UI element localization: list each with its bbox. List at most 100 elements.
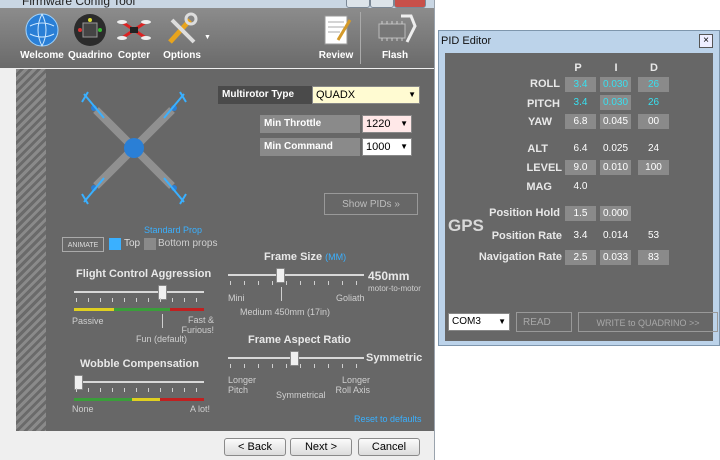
row-label-position-rate: Position Rate <box>491 230 562 242</box>
reset-defaults-link[interactable]: Reset to defaults <box>354 414 422 424</box>
frame-size-value: 450mm <box>368 269 410 283</box>
row-label-alt: ALT <box>527 143 548 155</box>
row-label-position-hold: Position Hold <box>489 207 560 219</box>
flight-control-min-label: Passive <box>72 316 104 326</box>
close-button[interactable] <box>394 0 426 8</box>
multirotor-type-select[interactable]: QUADX ▼ <box>312 86 420 104</box>
title-bar: Firmware Config Tool <box>0 0 434 8</box>
close-icon[interactable]: × <box>699 34 713 48</box>
options-dropdown-arrow[interactable]: ▼ <box>204 34 211 41</box>
quad-diagram <box>81 91 187 205</box>
flight-control-slider[interactable] <box>74 284 214 314</box>
toolbar-separator <box>360 12 361 64</box>
write-button[interactable]: WRITE to QUADRINO >> <box>578 312 718 332</box>
column-d: D <box>650 62 658 74</box>
min-command-label: Min Command <box>260 138 360 156</box>
top-prop-swatch <box>109 238 121 250</box>
row-label-roll: ROLL <box>530 78 560 90</box>
column-p: P <box>574 62 582 74</box>
frame-size-medium-label: Medium 450mm (17in) <box>240 307 331 317</box>
roll-i-field[interactable]: 0.030 <box>600 77 631 92</box>
back-button[interactable]: < Back <box>224 438 286 456</box>
frame-size-min-label: Mini <box>228 293 245 303</box>
document-icon <box>318 12 354 48</box>
roll-d-field[interactable]: 26 <box>638 77 669 92</box>
flight-control-default-label: Fun (default) <box>136 334 188 344</box>
position-rate-d-field[interactable]: 53 <box>638 228 669 243</box>
frame-size-slider[interactable] <box>228 267 368 293</box>
com-port-select[interactable]: COM3 ▼ <box>448 313 510 331</box>
aspect-ratio-min-label: Longer Pitch <box>228 375 257 395</box>
level-d-field[interactable]: 100 <box>638 160 669 175</box>
pid-window-title: PID Editor <box>441 35 492 47</box>
min-throttle-label: Min Throttle <box>260 115 360 133</box>
row-label-level: LEVEL <box>526 162 562 174</box>
toolbar-flash[interactable]: Flash <box>370 8 420 61</box>
mag-p-field[interactable]: 4.0 <box>565 179 596 194</box>
toolbar-quadrino[interactable]: Quadrino <box>68 8 112 61</box>
aspect-ratio-title: Frame Aspect Ratio <box>248 334 351 346</box>
config-tool-window: Firmware Config Tool Welcome Quadrino Co… <box>0 0 435 460</box>
level-p-field[interactable]: 9.0 <box>565 160 596 175</box>
yaw-i-field[interactable]: 0.045 <box>600 114 631 129</box>
aspect-ratio-value: Symmetric <box>366 352 423 364</box>
top-prop-label: Top <box>124 238 141 249</box>
row-label-yaw: YAW <box>527 116 552 128</box>
toolbar-welcome[interactable]: Welcome <box>20 8 64 61</box>
next-button[interactable]: Next > <box>290 438 352 456</box>
maximize-button[interactable] <box>370 0 394 8</box>
position-hold-p-field[interactable]: 1.5 <box>565 206 596 221</box>
toolbar: Welcome Quadrino Copter Options ▼ Review… <box>0 8 434 68</box>
aspect-ratio-slider[interactable] <box>228 350 368 376</box>
medium-marker <box>281 287 282 301</box>
bottom-prop-swatch <box>144 238 156 250</box>
frame-size-max-label: Goliath <box>336 293 365 303</box>
chevron-down-icon: ▼ <box>400 142 408 151</box>
pitch-p-field[interactable]: 3.4 <box>565 95 596 110</box>
frame-size-caption: motor-to-motor <box>368 284 421 293</box>
minimize-button[interactable] <box>346 0 370 8</box>
pitch-i-field[interactable]: 0.030 <box>600 95 631 110</box>
alt-d-field[interactable]: 24 <box>638 141 669 156</box>
wobble-max-label: A lot! <box>189 404 210 414</box>
toolbar-review[interactable]: Review <box>314 8 358 61</box>
cancel-button[interactable]: Cancel <box>358 438 420 456</box>
chevron-down-icon: ▼ <box>498 317 506 326</box>
flight-control-title: Flight Control Aggression <box>76 268 212 280</box>
level-i-field[interactable]: 0.010 <box>600 160 631 175</box>
toolbar-options[interactable]: Options ▼ <box>156 8 211 61</box>
alt-p-field[interactable]: 6.4 <box>565 141 596 156</box>
navigation-rate-d-field[interactable]: 83 <box>638 250 669 265</box>
standard-prop-label: Standard Prop <box>144 225 203 235</box>
pitch-d-field[interactable]: 26 <box>638 95 669 110</box>
yaw-d-field[interactable]: 00 <box>638 114 669 129</box>
alt-i-field[interactable]: 0.025 <box>600 141 631 156</box>
slider-thumb[interactable] <box>276 268 285 283</box>
pid-title-bar: PID Editor × <box>439 31 719 51</box>
column-i: I <box>614 62 618 74</box>
row-label-navigation-rate: Navigation Rate <box>478 251 562 263</box>
min-command-select[interactable]: 1000 ▼ <box>362 138 412 156</box>
slider-thumb[interactable] <box>290 351 299 366</box>
flight-control-max-label: Fast & Furious! <box>181 315 214 335</box>
read-button[interactable]: READ <box>516 312 572 332</box>
default-marker <box>162 314 163 328</box>
toolbar-copter[interactable]: Copter <box>112 8 156 61</box>
wobble-min-label: None <box>72 404 94 414</box>
roll-p-field[interactable]: 3.4 <box>565 77 596 92</box>
position-rate-i-field[interactable]: 0.014 <box>600 228 631 243</box>
position-hold-i-field[interactable]: 0.000 <box>600 206 631 221</box>
yaw-p-field[interactable]: 6.8 <box>565 114 596 129</box>
wobble-slider[interactable] <box>74 374 214 404</box>
min-throttle-select[interactable]: 1220 ▼ <box>362 115 412 133</box>
row-label-mag: MAG <box>526 181 552 193</box>
navigation-rate-i-field[interactable]: 0.033 <box>600 250 631 265</box>
decorative-stripes <box>16 69 46 431</box>
window-title: Firmware Config Tool <box>22 0 136 8</box>
show-pids-button[interactable]: Show PIDs » <box>324 193 418 215</box>
aspect-ratio-middle-label: Symmetrical <box>276 390 326 400</box>
navigation-rate-p-field[interactable]: 2.5 <box>565 250 596 265</box>
position-rate-p-field[interactable]: 3.4 <box>565 228 596 243</box>
animate-button[interactable]: ANIMATE <box>62 237 104 252</box>
chevron-down-icon: ▼ <box>408 90 416 99</box>
